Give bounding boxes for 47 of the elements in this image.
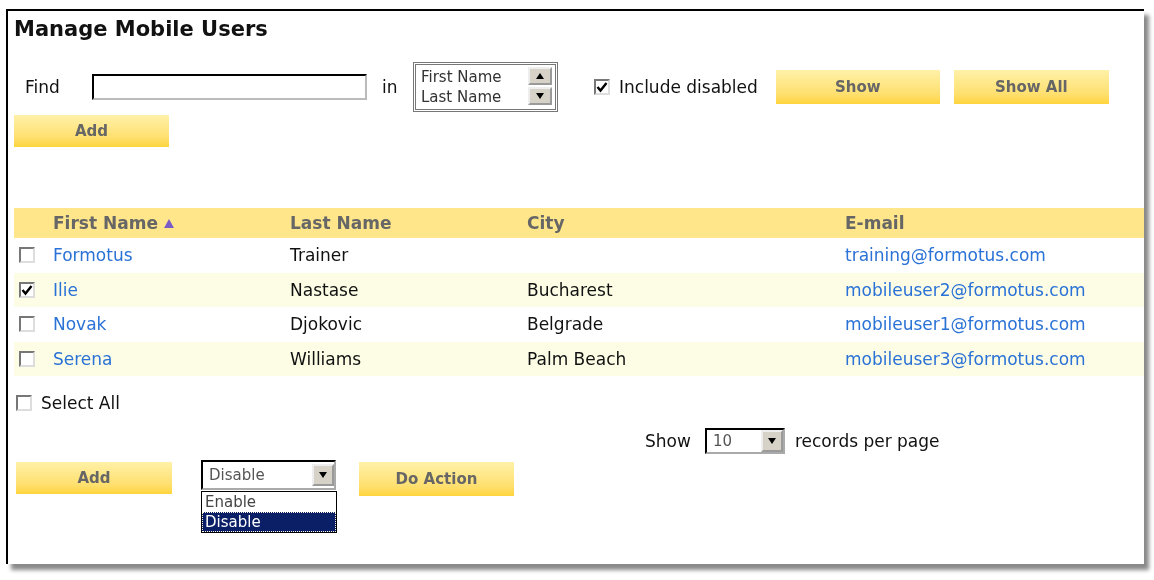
page-title: Manage Mobile Users	[14, 16, 269, 43]
dropdown-button[interactable]	[760, 430, 783, 452]
show-button[interactable]: Show	[775, 70, 940, 104]
checkbox[interactable]	[19, 247, 35, 264]
include-disabled-label: Include disabled	[619, 77, 758, 97]
find-field[interactable]	[92, 74, 367, 100]
table-cell: Bucharest	[527, 279, 613, 300]
checkbox[interactable]	[19, 350, 35, 367]
table-cell: Djokovic	[290, 314, 362, 335]
dropdown-button[interactable]	[312, 464, 334, 486]
add-button[interactable]: Add	[16, 462, 172, 494]
email-link[interactable]: mobileuser1@formotus.com	[845, 314, 1086, 335]
records-per-page-label: records per page	[794, 431, 940, 451]
show-label: Show	[645, 431, 691, 451]
table-cell: Belgrade	[527, 314, 604, 335]
add-button[interactable]: Add	[14, 115, 169, 147]
in-label: in	[382, 77, 399, 97]
do-action-button[interactable]: Do Action	[359, 462, 514, 496]
scroll-down-icon[interactable]	[528, 87, 552, 105]
table-cell: Williams	[290, 348, 362, 369]
first-name-link[interactable]: Formotus	[53, 245, 133, 266]
first-name-link[interactable]: Novak	[53, 314, 107, 335]
caret-icon	[766, 436, 777, 446]
caret-icon	[318, 470, 328, 480]
action-select[interactable]: Disable	[201, 460, 336, 490]
first-name-link[interactable]: Ilie	[53, 279, 78, 300]
column-header[interactable]: Last Name	[290, 213, 392, 233]
page-size-select[interactable]: 10	[704, 428, 785, 454]
column-header[interactable]: City	[527, 213, 565, 233]
field-listbox[interactable]: First Name Last Name	[413, 62, 558, 112]
show-all-button[interactable]: Show All	[953, 70, 1109, 104]
column-header[interactable]: E-mail	[845, 213, 905, 233]
checkbox[interactable]	[19, 281, 35, 298]
table-cell: Trainer	[290, 245, 349, 266]
checkbox[interactable]	[16, 395, 32, 411]
email-link[interactable]: training@formotus.com	[845, 245, 1046, 266]
dropdown-option[interactable]: Enable	[202, 492, 336, 512]
find-label: Find	[25, 77, 61, 97]
select-all-label: Select All	[41, 393, 120, 413]
scroll-up-icon[interactable]	[528, 67, 552, 85]
checkbox[interactable]	[594, 79, 610, 95]
first-name-link[interactable]: Serena	[53, 348, 113, 369]
table-cell: Nastase	[290, 279, 359, 300]
dropdown-option[interactable]: Disable	[202, 512, 336, 532]
table-cell: Palm Beach	[527, 348, 627, 369]
checkbox[interactable]	[19, 316, 35, 333]
column-header[interactable]: First Name	[53, 213, 158, 233]
